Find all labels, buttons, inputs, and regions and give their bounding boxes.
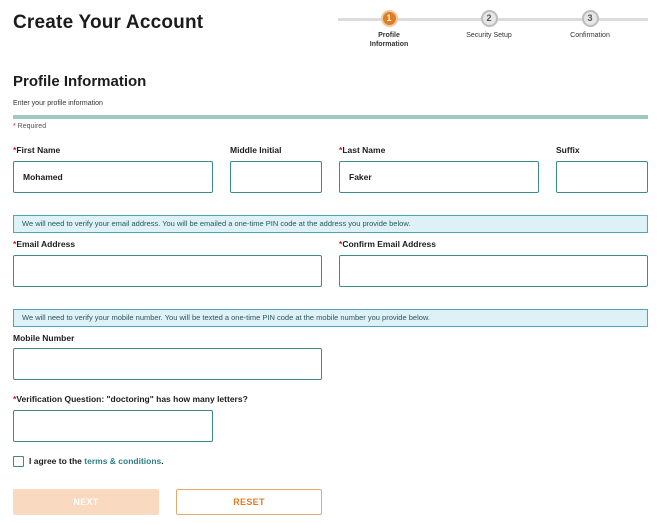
page-title: Create Your Account xyxy=(13,12,204,33)
mobile-input[interactable] xyxy=(13,348,322,380)
last-name-label: *Last Name xyxy=(339,145,386,155)
step-3-circle: 3 xyxy=(581,10,599,27)
confirm-email-label: *Confirm Email Address xyxy=(339,239,436,249)
section-divider xyxy=(13,115,648,119)
reset-button[interactable]: RESET xyxy=(176,489,322,515)
suffix-input[interactable] xyxy=(556,161,648,193)
suffix-label: Suffix xyxy=(556,145,580,155)
step-confirmation: 3 Confirmation xyxy=(550,10,630,40)
section-subtitle: Enter your profile information xyxy=(13,100,103,107)
step-1-circle: 1 xyxy=(380,10,398,27)
terms-link[interactable]: terms & conditions xyxy=(84,456,161,466)
email-input[interactable] xyxy=(13,255,322,287)
step-1-label: Profile Information xyxy=(369,32,409,48)
email-label: *Email Address xyxy=(13,239,76,249)
section-title: Profile Information xyxy=(13,73,147,90)
confirm-email-input[interactable] xyxy=(339,255,648,287)
progress-stepper: 1 Profile Information 2 Security Setup 3… xyxy=(338,10,648,52)
step-security-setup: 2 Security Setup xyxy=(449,10,529,40)
step-2-label: Security Setup xyxy=(466,32,512,39)
first-name-label: *First Name xyxy=(13,145,61,155)
verification-question-label: *Verification Question: "doctoring" has … xyxy=(13,394,248,404)
email-verification-notice: We will need to verify your email addres… xyxy=(13,215,648,233)
step-3-label: Confirmation xyxy=(570,32,610,39)
mobile-label: Mobile Number xyxy=(13,333,75,343)
terms-label: I agree to the terms & conditions. xyxy=(29,456,164,466)
next-button[interactable]: NEXT xyxy=(13,489,159,515)
step-profile-information: 1 Profile Information xyxy=(349,10,429,49)
first-name-input[interactable]: Mohamed xyxy=(13,161,213,193)
middle-initial-input[interactable] xyxy=(230,161,322,193)
terms-checkbox[interactable] xyxy=(13,456,24,467)
middle-initial-label: Middle Initial xyxy=(230,145,282,155)
mobile-verification-notice: We will need to verify your mobile numbe… xyxy=(13,309,648,327)
last-name-input[interactable]: Faker xyxy=(339,161,539,193)
required-note: * Required xyxy=(13,123,47,130)
verification-answer-input[interactable] xyxy=(13,410,213,442)
step-2-circle: 2 xyxy=(480,10,498,27)
